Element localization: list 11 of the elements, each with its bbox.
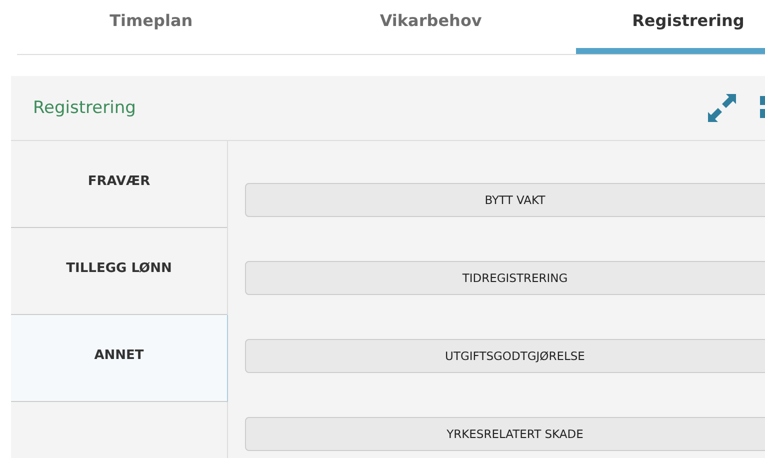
action-button[interactable]: BYTT VAKT [245, 183, 765, 217]
action-button[interactable]: TIDREGISTRERING [245, 261, 765, 295]
sidebar-item[interactable]: FRAVÆR [11, 141, 227, 228]
expand-icon[interactable] [706, 92, 738, 124]
tab[interactable]: Timeplan [17, 0, 286, 54]
action-button[interactable]: UTGIFTSGODTGJØRELSE [245, 339, 765, 373]
tab[interactable]: Registrering [576, 0, 765, 54]
tab[interactable]: Vikarbehov [285, 0, 576, 54]
sidebar-item[interactable]: ANNET [11, 315, 228, 402]
panel-title: Registrering [33, 98, 137, 118]
action-button[interactable]: YRKESRELATERT SKADE [245, 417, 765, 451]
